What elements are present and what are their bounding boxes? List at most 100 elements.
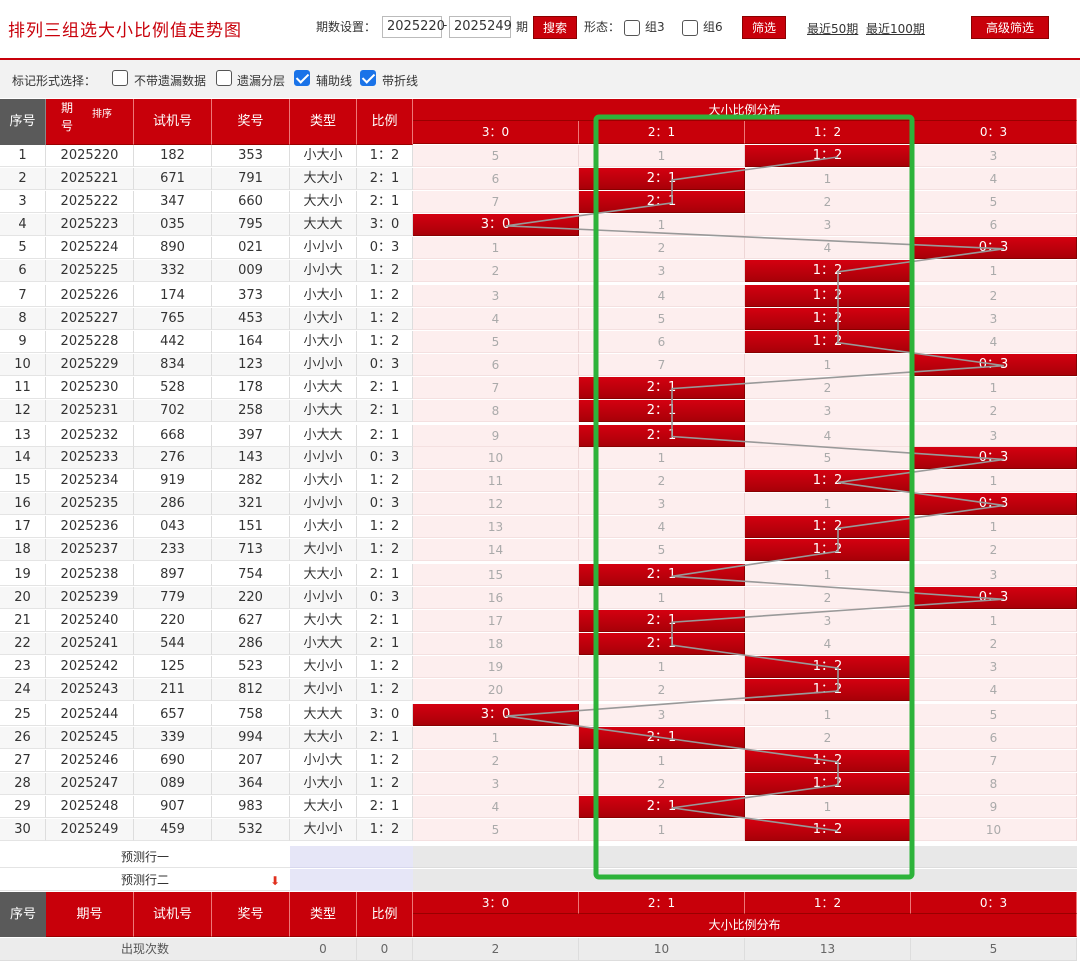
dist-omission-cell: 5 bbox=[911, 704, 1077, 727]
dist-hit-cell: 2：1 bbox=[579, 633, 745, 656]
table-cell-period: 2025237 bbox=[46, 539, 134, 562]
dist-hit-cell: 1：2 bbox=[745, 818, 911, 841]
header-trial: 试机号 bbox=[134, 99, 212, 145]
dist-omission-cell: 1 bbox=[745, 795, 911, 818]
table-cell-period: 2025224 bbox=[46, 236, 134, 259]
table-cell-draw: 812 bbox=[212, 679, 290, 702]
count-value: 0 bbox=[357, 938, 413, 961]
dist-omission-cell: 3 bbox=[413, 284, 579, 307]
predict-row-1-input[interactable] bbox=[290, 846, 413, 868]
table-cell-period: 2025234 bbox=[46, 470, 134, 493]
table-cell-draw: 523 bbox=[212, 656, 290, 679]
dist-omission-cell: 1 bbox=[745, 704, 911, 727]
recent-100-link[interactable]: 最近100期 bbox=[866, 20, 925, 37]
dist-hit-cell: 2：1 bbox=[579, 399, 745, 422]
dist-omission-cell: 1 bbox=[911, 470, 1077, 493]
header-period[interactable]: 期号 排序 bbox=[46, 99, 134, 145]
table-cell-ratio: 2：1 bbox=[357, 424, 413, 447]
search-button[interactable]: 搜索 bbox=[533, 16, 577, 39]
dist-omission-cell: 1 bbox=[745, 493, 911, 516]
table-cell-seq: 6 bbox=[0, 259, 46, 282]
table-cell-trial: 544 bbox=[134, 633, 212, 656]
table-cell-draw: 220 bbox=[212, 587, 290, 610]
dist-omission-cell: 9 bbox=[911, 795, 1077, 818]
group3-checkbox[interactable] bbox=[624, 20, 640, 36]
polyline-checkbox[interactable] bbox=[360, 70, 376, 86]
no-omission-checkbox[interactable] bbox=[112, 70, 128, 86]
header-dist-col: 0：3 bbox=[911, 121, 1077, 144]
table-cell-type: 大大小 bbox=[290, 167, 357, 190]
end-period-input[interactable]: 2025249 bbox=[449, 16, 512, 38]
table-cell-seq: 25 bbox=[0, 704, 46, 727]
sort-toggle[interactable]: 排序 bbox=[92, 109, 112, 121]
table-cell-seq: 5 bbox=[0, 236, 46, 259]
table-cell-ratio: 0：3 bbox=[357, 236, 413, 259]
table-cell-type: 小小小 bbox=[290, 493, 357, 516]
table-cell-period: 2025248 bbox=[46, 795, 134, 818]
table-cell-trial: 043 bbox=[134, 516, 212, 539]
count-value: 5 bbox=[911, 938, 1077, 961]
group6-checkbox[interactable] bbox=[682, 20, 698, 36]
dist-omission-cell: 2 bbox=[745, 727, 911, 749]
table-cell-period: 2025231 bbox=[46, 399, 134, 422]
table-cell-seq: 4 bbox=[0, 213, 46, 236]
table-cell-trial: 220 bbox=[134, 610, 212, 633]
table-cell-trial: 442 bbox=[134, 330, 212, 353]
footer-header-type: 类型 bbox=[290, 892, 357, 937]
advanced-filter-button[interactable]: 高级筛选 bbox=[971, 16, 1049, 39]
footer-dist-group: 大小比例分布 bbox=[413, 914, 1077, 937]
predict-row-2-input[interactable] bbox=[290, 869, 413, 891]
table-cell-trial: 089 bbox=[134, 772, 212, 795]
predict-row-2-area[interactable] bbox=[413, 869, 1077, 891]
table-cell-trial: 182 bbox=[134, 145, 212, 167]
recent-50-link[interactable]: 最近50期 bbox=[807, 20, 858, 37]
dist-omission-cell: 1 bbox=[745, 564, 911, 587]
table-cell-trial: 668 bbox=[134, 424, 212, 447]
dist-omission-cell: 3 bbox=[911, 307, 1077, 330]
aux-line-checkbox[interactable] bbox=[294, 70, 310, 86]
table-cell-type: 大大小 bbox=[290, 190, 357, 213]
dist-omission-cell: 1 bbox=[413, 236, 579, 259]
dist-omission-cell: 2 bbox=[579, 679, 745, 702]
dist-omission-cell: 1 bbox=[413, 727, 579, 749]
dist-omission-cell: 2 bbox=[911, 399, 1077, 422]
table-cell-period: 2025240 bbox=[46, 610, 134, 633]
down-arrow-icon[interactable]: ⬇ bbox=[270, 875, 280, 887]
dist-hit-cell: 1：2 bbox=[745, 679, 911, 702]
table-cell-seq: 24 bbox=[0, 679, 46, 702]
dist-omission-cell: 7 bbox=[413, 376, 579, 399]
dist-hit-cell: 1：2 bbox=[745, 656, 911, 679]
dist-omission-cell: 4 bbox=[911, 330, 1077, 353]
table-cell-draw: 994 bbox=[212, 727, 290, 749]
table-cell-draw: 282 bbox=[212, 470, 290, 493]
aux-line-label: 辅助线 bbox=[316, 74, 353, 88]
table-cell-ratio: 1：2 bbox=[357, 656, 413, 679]
dist-omission-cell: 3 bbox=[579, 259, 745, 282]
dist-omission-cell: 5 bbox=[745, 447, 911, 470]
table-cell-type: 小小小 bbox=[290, 236, 357, 259]
dist-omission-cell: 11 bbox=[413, 470, 579, 493]
table-cell-type: 小小小 bbox=[290, 587, 357, 610]
header-ratio: 比例 bbox=[357, 99, 413, 145]
dist-hit-cell: 0：3 bbox=[911, 236, 1077, 259]
omission-layer-checkbox[interactable] bbox=[216, 70, 232, 86]
table-cell-trial: 657 bbox=[134, 704, 212, 727]
predict-row-1-area[interactable] bbox=[413, 846, 1077, 868]
table-cell-ratio: 1：2 bbox=[357, 307, 413, 330]
dist-omission-cell: 5 bbox=[579, 307, 745, 330]
dist-omission-cell: 4 bbox=[745, 424, 911, 447]
filter-button[interactable]: 筛选 bbox=[742, 16, 786, 39]
dist-omission-cell: 2 bbox=[745, 190, 911, 213]
table-cell-seq: 18 bbox=[0, 539, 46, 562]
table-cell-draw: 364 bbox=[212, 772, 290, 795]
header-dist-group: 大小比例分布 bbox=[413, 99, 1077, 121]
table-cell-draw: 397 bbox=[212, 424, 290, 447]
start-period-input[interactable]: 2025220 bbox=[382, 16, 445, 38]
table-cell-seq: 29 bbox=[0, 795, 46, 818]
dist-omission-cell: 1 bbox=[911, 610, 1077, 633]
dist-hit-cell: 2：1 bbox=[579, 610, 745, 633]
table-cell-period: 2025244 bbox=[46, 704, 134, 727]
dist-hit-cell: 1：2 bbox=[745, 259, 911, 282]
table-cell-type: 小大小 bbox=[290, 307, 357, 330]
dist-omission-cell: 3 bbox=[911, 656, 1077, 679]
